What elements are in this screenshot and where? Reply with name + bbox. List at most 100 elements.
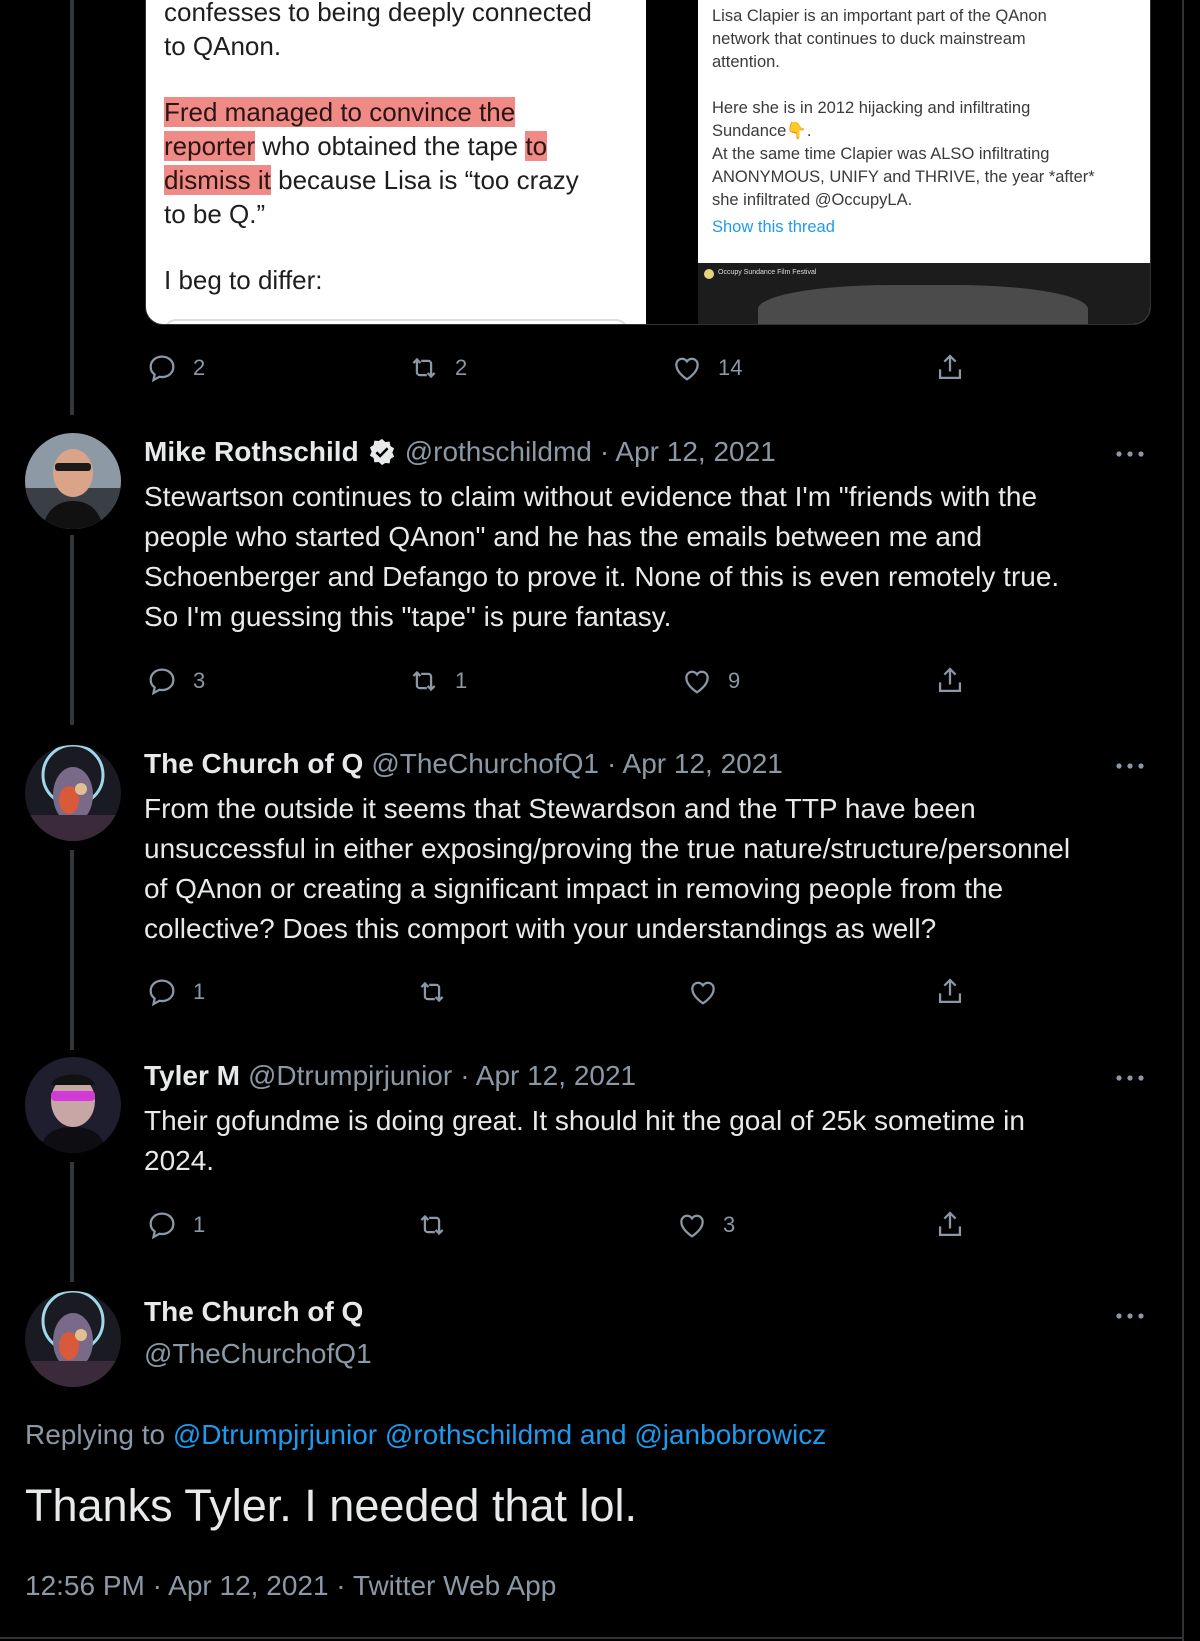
show-thread-link: Show this thread <box>712 218 835 236</box>
like-button[interactable]: 3 <box>675 1208 735 1242</box>
display-name[interactable]: The Church of Q <box>144 1296 363 1328</box>
share-button[interactable] <box>933 664 967 698</box>
tweet-date[interactable]: · Apr 12, 2021 <box>607 748 783 780</box>
retweet-icon <box>412 670 436 692</box>
retweet-icon <box>420 1214 444 1236</box>
reply-button[interactable]: 1 <box>145 1208 205 1242</box>
document-image[interactable]: confesses to being deeply connected to Q… <box>146 0 646 324</box>
highlight: to <box>525 131 548 161</box>
user-handle[interactable]: @TheChurchofQ1 <box>371 748 599 780</box>
like-count: 9 <box>728 668 741 693</box>
share-button[interactable] <box>933 351 967 385</box>
tweet-screenshot-image[interactable]: Lisa Clapier is an important part of the… <box>672 0 1150 324</box>
user-handle[interactable]: @rothschildmd <box>405 436 592 468</box>
reply-icon <box>149 668 175 696</box>
doc-text: who obtained the tape <box>255 131 526 161</box>
doc-line: dismiss it because Lisa is “too crazy <box>164 163 579 197</box>
reply-button[interactable]: 2 <box>145 351 205 385</box>
tweet-line: 2024. <box>144 1145 215 1176</box>
like-count: 3 <box>723 1212 736 1237</box>
like-button[interactable] <box>686 975 720 1009</box>
tweet-header: Tyler M @Dtrumpjrjunior · Apr 12, 2021 <box>144 1060 636 1092</box>
tweet-line: So I'm guessing this "tape" is pure fant… <box>144 601 672 632</box>
shot-line: ANONYMOUS, UNIFY and THRIVE, the year *a… <box>712 168 1095 186</box>
highlight: dismiss it <box>164 165 271 195</box>
avatar-image <box>25 745 121 841</box>
avatar-image <box>25 1057 121 1153</box>
reply-icon <box>149 979 175 1007</box>
avatar[interactable] <box>25 433 121 529</box>
verified-icon <box>369 438 394 466</box>
shot-line: attention. <box>712 53 780 71</box>
doc-line: confesses to being deeply connected <box>164 0 592 27</box>
avatar[interactable] <box>25 745 121 841</box>
avatar-image <box>25 433 121 529</box>
like-count: 14 <box>718 355 743 380</box>
mention-and[interactable]: and <box>572 1419 634 1450</box>
share-button[interactable] <box>933 1208 967 1242</box>
more-icon <box>1116 1313 1144 1319</box>
display-name[interactable]: The Church of Q <box>144 748 363 780</box>
thread-line <box>70 1162 74 1282</box>
retweet-button[interactable]: 2 <box>407 351 467 385</box>
share-icon <box>938 667 962 693</box>
more-button[interactable] <box>1113 1061 1147 1095</box>
display-name[interactable]: Mike Rothschild <box>144 436 359 468</box>
tweet-text: Stewartson continues to claim without ev… <box>144 477 1154 637</box>
tweet-timestamp[interactable]: 12:56 PM · Apr 12, 2021 · Twitter Web Ap… <box>25 1570 556 1602</box>
column-border <box>1182 0 1184 1641</box>
tweet-line: people who started QAnon" and he has the… <box>144 521 983 552</box>
avatar[interactable] <box>25 1291 121 1387</box>
like-icon <box>691 981 715 1005</box>
more-icon <box>1116 451 1144 457</box>
highlight: reporter <box>164 131 256 161</box>
channel-avatar <box>704 269 714 279</box>
share-button[interactable] <box>933 975 967 1009</box>
reply-count: 2 <box>193 355 206 380</box>
shot-line: Here she is in 2012 hijacking and infilt… <box>712 99 1031 117</box>
tweet-date[interactable]: · Apr 12, 2021 <box>600 436 776 468</box>
more-button[interactable] <box>1113 749 1147 783</box>
doc-line: to be Q.” <box>164 199 266 229</box>
mention-link[interactable]: @janbobrowicz <box>634 1419 826 1450</box>
shot-line: Lisa Clapier is an important part of the… <box>712 7 1047 25</box>
reply-count: 1 <box>193 979 206 1004</box>
reply-button[interactable]: 3 <box>145 664 205 698</box>
like-icon <box>680 1214 704 1238</box>
video-title: Occupy Sundance Film Festival <box>718 269 817 276</box>
shot-line: network that continues to duck mainstrea… <box>712 30 1026 48</box>
replying-prefix: Replying to <box>25 1419 173 1450</box>
mention-link[interactable]: @Dtrumpjrjunior <box>173 1419 377 1450</box>
mention-link[interactable]: @rothschildmd <box>385 1419 572 1450</box>
like-button[interactable]: 14 <box>670 351 742 385</box>
retweet-icon <box>420 981 444 1003</box>
doc-line: Fred managed to convince the <box>164 95 516 129</box>
tweet-actions: 2 2 14 <box>145 351 1005 385</box>
tweet-line: Their gofundme is doing great. It should… <box>144 1105 1025 1136</box>
tweet-header: The Church of Q @TheChurchofQ1 · Apr 12,… <box>144 748 783 780</box>
reply-count: 1 <box>193 1212 206 1237</box>
shot-line: At the same time Clapier was ALSO infilt… <box>712 145 1050 163</box>
shot-line: Sundance👇. <box>712 122 812 140</box>
like-icon <box>685 670 709 694</box>
user-handle[interactable]: @Dtrumpjrjunior <box>248 1060 452 1092</box>
reply-button[interactable]: 1 <box>145 975 205 1009</box>
user-handle[interactable]: @TheChurchofQ1 <box>144 1338 372 1370</box>
retweet-button[interactable] <box>415 975 449 1009</box>
media-divider <box>646 0 672 324</box>
retweet-button[interactable] <box>415 1208 449 1242</box>
avatar[interactable] <box>25 1057 121 1153</box>
tweet-line: From the outside it seems that Stewardso… <box>144 793 976 824</box>
share-icon <box>938 1211 962 1237</box>
tweet-date[interactable]: · Apr 12, 2021 <box>460 1060 636 1092</box>
quoted-media-card[interactable]: confesses to being deeply connected to Q… <box>145 0 1151 325</box>
embedded-card-edge <box>164 319 628 324</box>
avatar-image <box>25 1291 121 1387</box>
more-button[interactable] <box>1113 437 1147 471</box>
more-button[interactable] <box>1113 1299 1147 1333</box>
retweet-button[interactable]: 1 <box>407 664 467 698</box>
like-button[interactable]: 9 <box>680 664 740 698</box>
tweet-line: Schoenberger and Defango to prove it. No… <box>144 561 1060 592</box>
display-name[interactable]: Tyler M <box>144 1060 240 1092</box>
reply-icon <box>149 1212 175 1240</box>
